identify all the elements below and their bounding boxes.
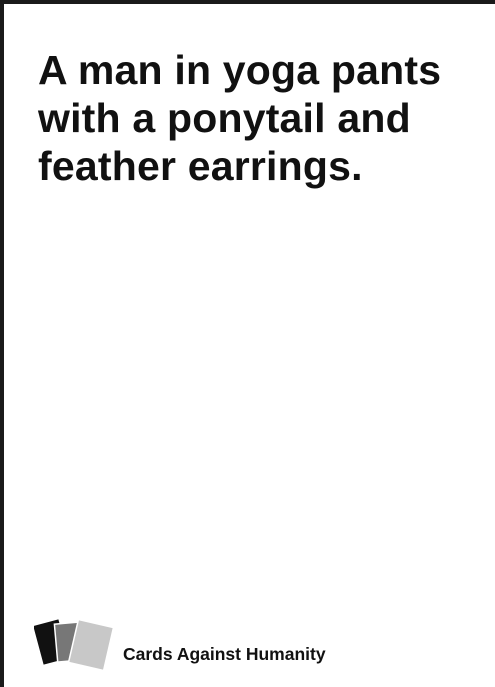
- stacked-cards-icon: [34, 618, 115, 672]
- brand-name: Cards Against Humanity: [123, 644, 326, 664]
- answer-card: A man in yoga pants with a ponytail and …: [0, 0, 495, 687]
- card-text: A man in yoga pants with a ponytail and …: [38, 47, 442, 189]
